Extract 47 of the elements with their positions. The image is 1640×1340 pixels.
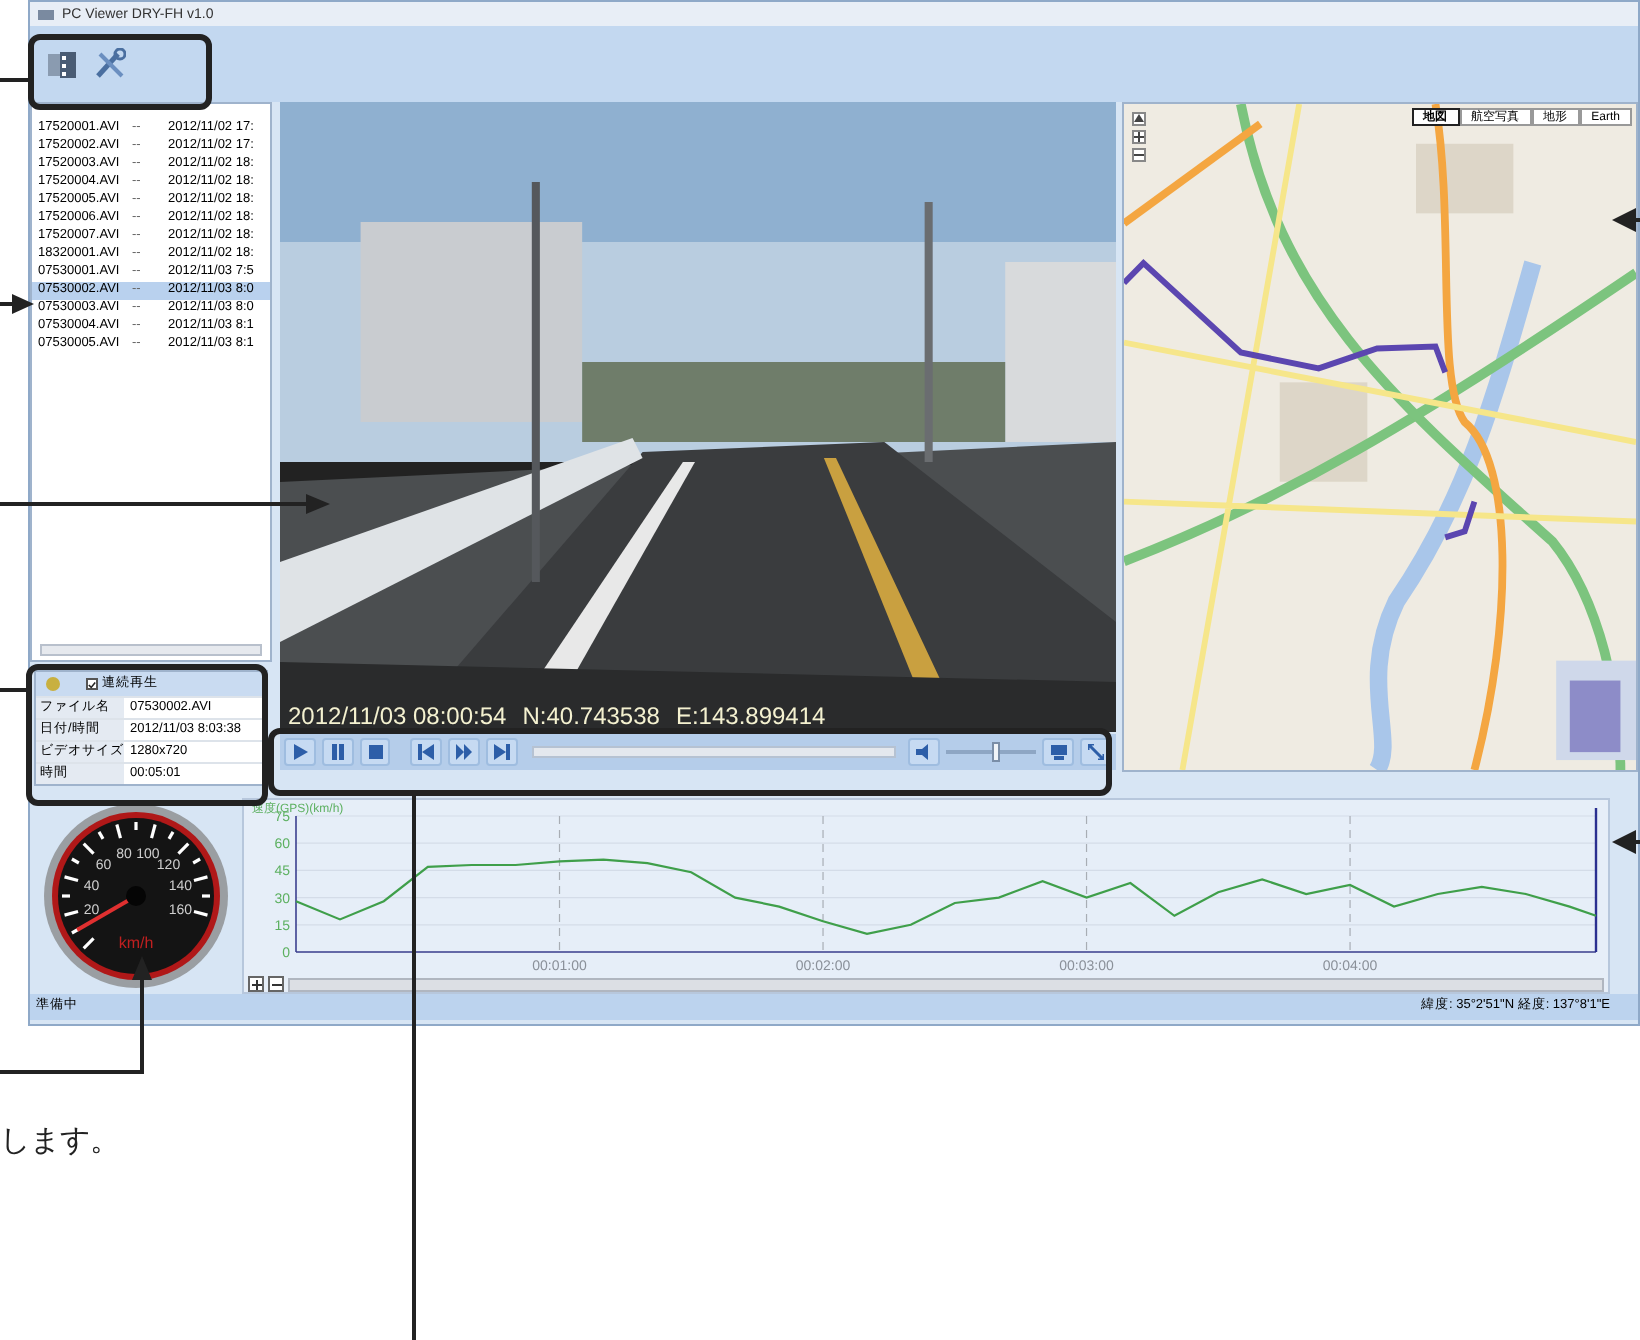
expand-icon xyxy=(1088,744,1105,760)
pause-icon xyxy=(329,744,346,760)
settings-button[interactable] xyxy=(94,48,126,80)
slider-thumb[interactable] xyxy=(992,742,1001,762)
film-icon xyxy=(46,48,78,80)
snapshot-button[interactable] xyxy=(1042,738,1075,766)
film-folder-button[interactable] xyxy=(46,48,78,80)
fast-forward-icon xyxy=(456,744,473,760)
zoom-out-button[interactable] xyxy=(1132,148,1146,162)
app-icon xyxy=(38,7,54,21)
zoom-in-button[interactable] xyxy=(1132,130,1146,144)
checkbox[interactable] xyxy=(86,678,98,690)
pause-button[interactable] xyxy=(321,738,354,766)
up-arrow-icon xyxy=(1134,114,1144,124)
stop-icon xyxy=(367,744,384,760)
leader-line xyxy=(0,688,26,692)
plus-icon xyxy=(251,979,261,989)
next-button[interactable] xyxy=(486,738,518,766)
caption-text: します。 xyxy=(0,1124,120,1158)
zoom-out-button[interactable] xyxy=(268,976,284,992)
leader-line xyxy=(1612,208,1640,232)
skip-forward-icon xyxy=(493,744,510,760)
monitor-icon xyxy=(1049,744,1068,760)
skip-back-icon xyxy=(418,744,435,760)
video-overlay-text: N:40.743538 xyxy=(522,704,660,728)
plus-icon xyxy=(1134,132,1144,142)
stop-button[interactable] xyxy=(359,738,391,766)
check-icon xyxy=(88,679,96,689)
leader-line xyxy=(1612,830,1640,854)
tools-icon xyxy=(94,48,126,80)
play-icon xyxy=(291,744,308,760)
speaker-icon xyxy=(915,744,934,760)
minus-icon xyxy=(271,979,281,989)
mute-button[interactable] xyxy=(908,738,941,766)
video-overlay-text: E:143.899414 xyxy=(675,704,826,728)
scrollbar[interactable] xyxy=(288,977,1604,991)
minus-icon xyxy=(1134,150,1144,160)
pan-up-button[interactable] xyxy=(1132,112,1146,126)
scrollbar[interactable] xyxy=(40,644,262,656)
video-overlay-text: 2012/11/03 08:00:54 xyxy=(288,704,507,728)
play-button[interactable] xyxy=(284,738,316,766)
leader-line xyxy=(0,294,34,314)
previous-button[interactable] xyxy=(410,738,443,766)
fast-forward-button[interactable] xyxy=(448,738,480,766)
leader-line xyxy=(0,78,28,82)
volume-slider[interactable] xyxy=(946,742,1037,762)
zoom-in-button[interactable] xyxy=(248,976,264,992)
